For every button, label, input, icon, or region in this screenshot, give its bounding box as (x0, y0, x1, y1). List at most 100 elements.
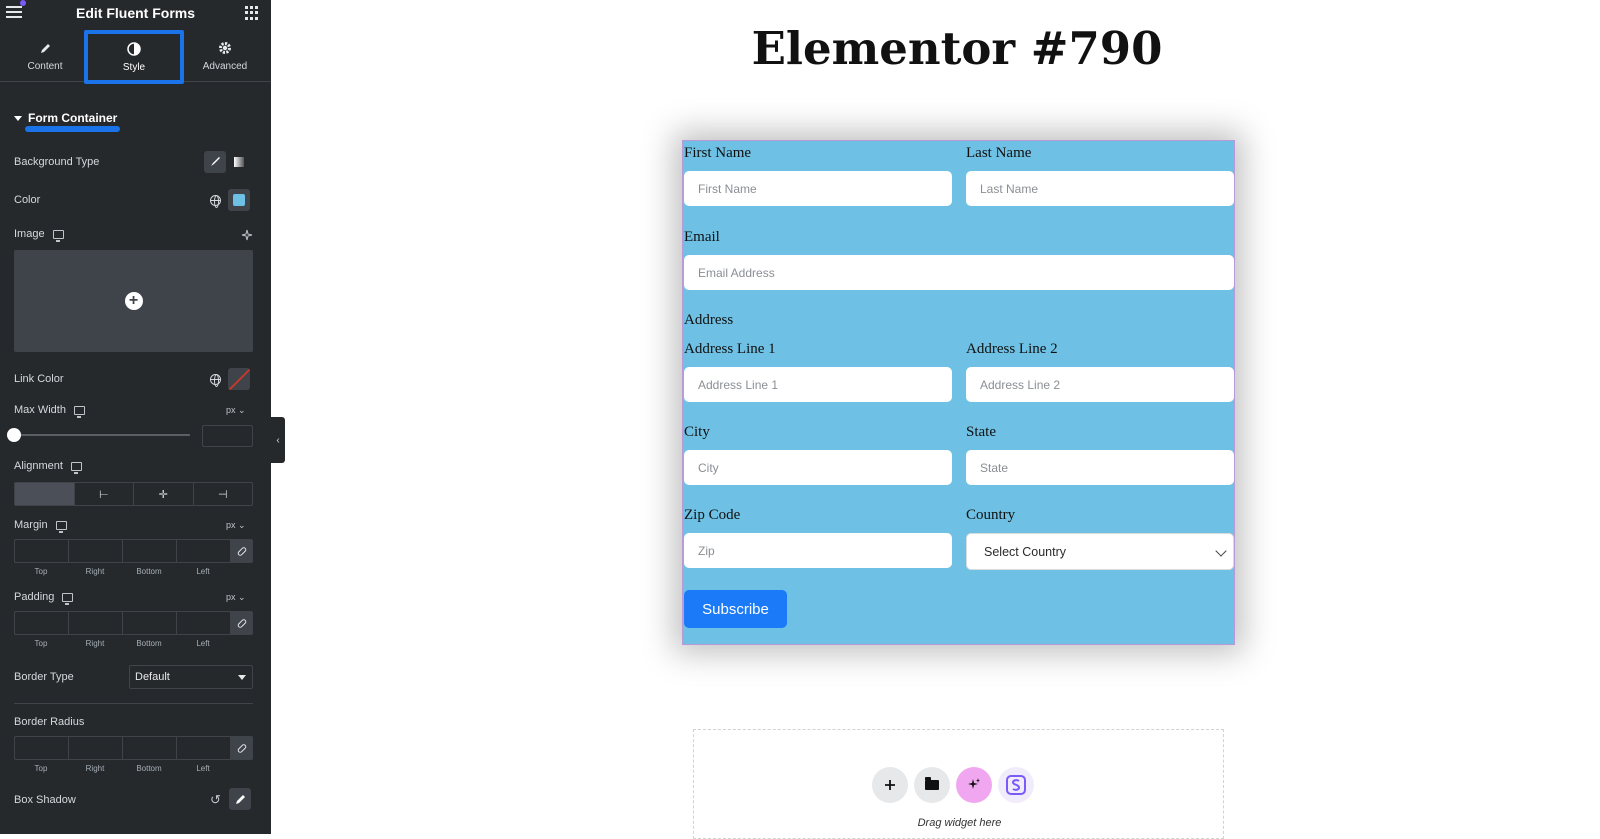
link-global-color-button[interactable] (204, 368, 226, 390)
align-center-button[interactable]: ✛ (134, 483, 194, 505)
max-width-input[interactable] (202, 425, 253, 447)
max-width-unit[interactable]: px ⌄ (226, 405, 246, 416)
tab-style-label: Style (122, 62, 146, 73)
address-line1-placeholder: Address Line 1 (698, 377, 779, 392)
address-line1-label: Address Line 1 (684, 341, 776, 357)
max-width-text: Max Width (14, 404, 66, 416)
unit-text: px (226, 592, 236, 602)
section-title-label: Form Container (28, 111, 118, 125)
image-text: Image (14, 228, 45, 240)
margin-right-input[interactable] (68, 539, 122, 563)
gear-icon (217, 40, 233, 56)
align-left-button[interactable]: ⊢ (75, 483, 134, 505)
globe-icon (209, 373, 221, 387)
plus-icon (885, 780, 895, 790)
margin-bottom-input[interactable] (122, 539, 176, 563)
add-section-button[interactable] (872, 767, 908, 803)
dim-right-label: Right (85, 639, 105, 648)
margin-inputs (14, 539, 253, 563)
max-width-slider-thumb[interactable] (7, 428, 21, 442)
margin-top-input[interactable] (14, 539, 68, 563)
widget-drop-zone[interactable]: Drag widget here (693, 729, 1224, 839)
ai-generate-button[interactable] (956, 767, 992, 803)
margin-link-button[interactable] (230, 539, 253, 563)
alignment-control: ⊢ ✛ ⊣ (14, 482, 253, 506)
padding-link-button[interactable] (230, 611, 253, 635)
radius-left-input[interactable] (176, 736, 230, 760)
state-input[interactable]: State (966, 450, 1234, 485)
align-none-button[interactable] (15, 483, 75, 505)
background-gradient-button[interactable] (228, 151, 250, 173)
add-image-icon[interactable]: + (124, 292, 143, 310)
tab-style[interactable]: Style (84, 30, 184, 84)
s-logo-icon (1006, 775, 1026, 795)
country-label: Country (966, 507, 1016, 523)
desktop-icon[interactable] (62, 592, 74, 605)
box-shadow-label: Box Shadow (14, 794, 76, 806)
padding-unit[interactable]: px ⌄ (226, 592, 246, 603)
radius-link-button[interactable] (230, 736, 253, 760)
first-name-label: First Name (684, 145, 752, 161)
apps-grid-icon[interactable] (245, 6, 259, 20)
email-input[interactable]: Email Address (684, 255, 1234, 290)
country-select[interactable]: Select Country (966, 533, 1234, 570)
last-name-label: Last Name (966, 145, 1032, 161)
padding-label: Padding (14, 591, 74, 605)
radius-top-input[interactable] (14, 736, 68, 760)
link-icon (236, 742, 247, 754)
city-input[interactable]: City (684, 450, 952, 485)
max-width-slider-track[interactable] (14, 434, 190, 436)
section-form-container[interactable]: Form Container (14, 111, 117, 125)
padding-top-input[interactable] (14, 611, 68, 635)
link-color-label: Link Color (14, 373, 64, 385)
desktop-icon[interactable] (55, 520, 67, 533)
reset-icon[interactable]: ↺ (210, 792, 221, 808)
dim-right-label: Right (85, 567, 105, 576)
address-line1-input[interactable]: Address Line 1 (684, 367, 952, 402)
fluent-form-container[interactable]: First Name Last Name First Name Last Nam… (682, 140, 1235, 645)
tab-advanced[interactable]: Advanced (180, 30, 270, 82)
global-color-button[interactable] (204, 189, 226, 211)
desktop-icon[interactable] (52, 229, 64, 242)
pencil-icon (235, 794, 245, 804)
radius-right-input[interactable] (68, 736, 122, 760)
globe-icon (209, 194, 221, 208)
padding-right-input[interactable] (68, 611, 122, 635)
zip-input[interactable]: Zip (684, 533, 952, 568)
padding-left-input[interactable] (176, 611, 230, 635)
caret-down-icon (14, 115, 22, 121)
unit-text: px (226, 520, 236, 530)
link-color-picker[interactable] (228, 368, 250, 390)
align-right-icon: ⊣ (217, 488, 228, 501)
max-width-label: Max Width (14, 404, 85, 418)
radius-bottom-input[interactable] (122, 736, 176, 760)
last-name-input[interactable]: Last Name (966, 171, 1234, 206)
image-upload-area[interactable]: + (14, 250, 253, 352)
box-shadow-edit-button[interactable] (229, 788, 251, 810)
starter-templates-button[interactable] (998, 767, 1034, 803)
address-line2-input[interactable]: Address Line 2 (966, 367, 1234, 402)
ai-sparkle-icon[interactable] (241, 228, 253, 246)
dim-right-label: Right (85, 764, 105, 773)
tab-content[interactable]: Content (0, 30, 90, 82)
background-classic-button[interactable] (204, 151, 226, 173)
background-type-text: Background Type (14, 156, 100, 168)
margin-left-input[interactable] (176, 539, 230, 563)
desktop-icon[interactable] (73, 405, 85, 418)
add-template-button[interactable] (914, 767, 950, 803)
padding-dimension-labels: Top Right Bottom Left (14, 639, 230, 648)
subscribe-button[interactable]: Subscribe (684, 590, 787, 628)
link-icon (236, 617, 247, 629)
desktop-icon[interactable] (70, 461, 82, 474)
address-line2-placeholder: Address Line 2 (980, 377, 1061, 392)
chevron-down-icon (238, 675, 246, 680)
unit-text: px (226, 405, 236, 415)
dim-top-label: Top (34, 567, 48, 576)
first-name-input[interactable]: First Name (684, 171, 952, 206)
margin-unit[interactable]: px ⌄ (226, 520, 246, 531)
menu-icon[interactable] (6, 6, 22, 20)
padding-bottom-input[interactable] (122, 611, 176, 635)
align-right-button[interactable]: ⊣ (194, 483, 253, 505)
color-picker-button[interactable] (228, 189, 250, 211)
border-type-select[interactable]: Default (129, 665, 253, 689)
